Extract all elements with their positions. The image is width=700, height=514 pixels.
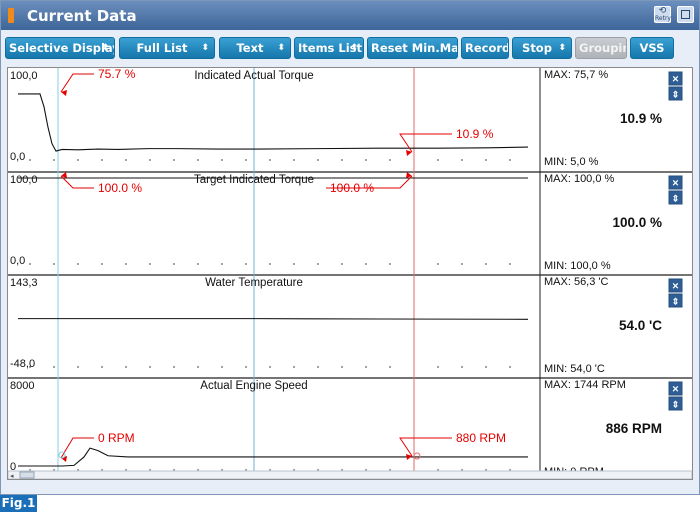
text-label: Text xyxy=(236,41,264,55)
cursor-marker xyxy=(413,452,421,460)
y-max-label: 100,0 xyxy=(10,70,38,82)
annotation-leader xyxy=(60,437,94,459)
graph-canvas: 100,0 0,0 Indicated Actual Torque MAX: 75,7… xyxy=(8,68,692,479)
y-min-label: 0,0 xyxy=(10,151,25,163)
horizontal-scrollbar[interactable] xyxy=(8,470,692,479)
current-value: 886 RPM xyxy=(606,421,662,436)
maximize-icon xyxy=(681,10,690,19)
maximize-button[interactable] xyxy=(677,6,694,23)
y-max-label: 143,3 xyxy=(10,277,38,289)
selective-display-label: Selective Display xyxy=(9,41,115,55)
up-down-arrow-icon[interactable]: ⬍ xyxy=(101,38,109,58)
figure-label: Fig.1 xyxy=(0,495,37,512)
scroll-left-icon: ◂ xyxy=(10,473,14,479)
current-value: 54.0 'C xyxy=(619,318,662,333)
panel-title: Indicated Actual Torque xyxy=(194,70,313,82)
title-bar: Current Data ⟲ Retry xyxy=(1,1,699,30)
y-min-label: -48,0 xyxy=(10,358,35,370)
annotation-label: 100.0 % xyxy=(98,181,142,195)
graph-area: 100,0 0,0 Indicated Actual Torque MAX: 75,7… xyxy=(7,67,693,480)
stat-min: MIN: 54,0 'C xyxy=(544,363,605,375)
up-down-arrow-icon[interactable]: ⬍ xyxy=(201,38,209,58)
annotation-leader xyxy=(399,437,452,457)
items-list-button[interactable]: Items List ⬍ xyxy=(294,37,364,59)
reset-min-max-button[interactable]: Reset Min.Max xyxy=(367,37,458,59)
text-button[interactable]: Text ⬍ xyxy=(219,37,291,59)
stat-max: MAX: 56,3 'C xyxy=(544,276,609,288)
y-min-label: 0,0 xyxy=(10,255,25,267)
retry-button[interactable]: ⟲ Retry xyxy=(654,6,671,23)
annotation-label: 75.7 % xyxy=(98,68,136,81)
y-max-label: 100,0 xyxy=(10,174,38,186)
up-down-arrow-icon[interactable]: ⬍ xyxy=(558,38,566,58)
selective-display-button[interactable]: Selective Display ⬍ xyxy=(5,37,115,59)
current-data-window: Current Data ⟲ Retry Selective Display ⬍ F… xyxy=(0,0,700,495)
stat-min: MIN: 5,0 % xyxy=(544,156,599,168)
full-list-button[interactable]: Full List ⬍ xyxy=(119,37,215,59)
stat-max: MAX: 100,0 % xyxy=(544,173,615,185)
scrollbar-thumb[interactable] xyxy=(19,471,35,479)
record-button[interactable]: Record xyxy=(461,37,509,59)
stat-min: MIN: 100,0 % xyxy=(544,260,611,272)
up-down-arrow-icon: ⇕ xyxy=(672,400,680,410)
up-down-arrow-icon: ⇕ xyxy=(672,90,680,100)
data-trace xyxy=(18,447,529,467)
close-icon: × xyxy=(672,281,678,293)
full-list-label: Full List xyxy=(136,41,188,55)
annotation-label: 0 RPM xyxy=(98,431,135,445)
toolbar: Selective Display ⬍ Full List ⬍ Text ⬍ Items L… xyxy=(1,34,699,62)
close-icon: × xyxy=(672,178,678,190)
stat-max: MAX: 1744 RPM xyxy=(544,379,626,391)
panel-title: Target Indicated Torque xyxy=(194,174,314,186)
panel-title: Water Temperature xyxy=(205,277,303,289)
vss-button[interactable]: VSS xyxy=(630,37,674,59)
vss-label: VSS xyxy=(639,41,665,55)
window-title: Current Data xyxy=(27,7,137,25)
annotation-label: 10.9 % xyxy=(456,127,494,141)
stat-max: MAX: 75,7 % xyxy=(544,69,608,81)
record-label: Record xyxy=(465,41,509,55)
data-trace xyxy=(18,93,529,152)
app-flag-icon xyxy=(8,8,14,23)
grouping-label: Grouping xyxy=(579,41,626,55)
retry-label: Retry xyxy=(655,15,671,22)
annotation-leader xyxy=(60,73,94,93)
current-value: 100.0 % xyxy=(612,215,662,230)
close-icon: × xyxy=(672,384,678,396)
stop-button[interactable]: Stop ⬍ xyxy=(512,37,572,59)
up-down-arrow-icon: ⇕ xyxy=(672,194,680,204)
close-icon: × xyxy=(672,74,678,86)
annotation-label: 100.0 % xyxy=(330,181,374,195)
annotation-label: 880 RPM xyxy=(456,431,506,445)
annotation-leader xyxy=(399,133,452,153)
y-max-label: 8000 xyxy=(10,380,34,392)
up-down-arrow-icon[interactable]: ⬍ xyxy=(277,38,285,58)
up-down-arrow-icon[interactable]: ⬍ xyxy=(350,38,358,58)
panel-title: Actual Engine Speed xyxy=(200,380,307,392)
grouping-button: Grouping xyxy=(575,37,627,59)
up-down-arrow-icon: ⇕ xyxy=(672,297,680,307)
data-trace xyxy=(18,318,529,320)
current-value: 10.9 % xyxy=(620,111,662,126)
reset-min-max-label: Reset Min.Max xyxy=(371,41,458,55)
stop-label: Stop xyxy=(522,41,552,55)
